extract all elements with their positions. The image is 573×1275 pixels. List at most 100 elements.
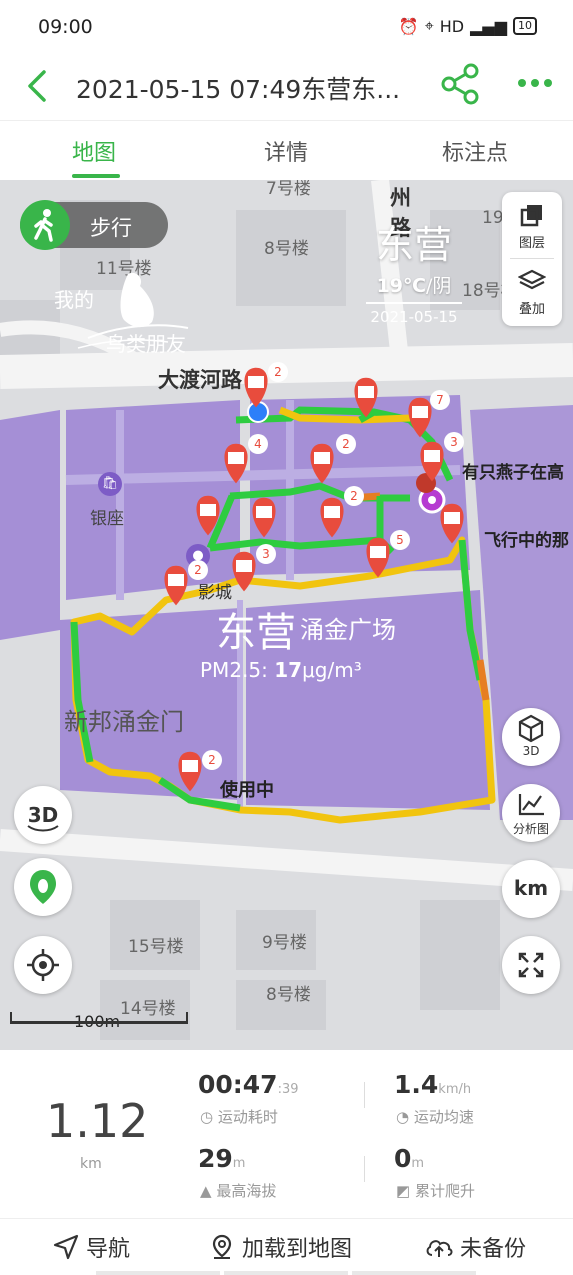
pin-count-badge: 3 [256,544,276,564]
battery-icon: 10 [513,17,537,35]
crosshair-icon [27,949,59,981]
network-label: HD [439,16,465,36]
pin-count-badge: 5 [390,530,410,550]
gesture-bar-segment [352,1271,476,1275]
tab-details[interactable]: 详情 [264,135,308,167]
activity-mode-pill[interactable]: 步行 [20,200,168,250]
timer-icon: ◷ [200,1108,218,1126]
3d-toggle-button[interactable]: 3D [14,786,72,844]
photo-pin [408,397,432,438]
max-altitude-value: 29m [198,1144,245,1173]
walking-icon [20,200,70,250]
bottom-action-bar: 导航 加载到地图 未备份 [0,1218,573,1275]
overlay-label: 叠加 [518,302,545,317]
status-icons: ⏰ ⌖ HD ▂▄▆ 10 [399,16,537,36]
photo-pin [320,497,344,538]
watermark-text-1: 我的 [54,288,94,312]
backup-label: 未备份 [460,1237,527,1262]
navigate-label: 导航 [86,1237,131,1262]
layers-button[interactable]: 图层 [502,202,562,251]
layer-panel: 图层 叠加 [502,192,562,326]
status-time: 09:00 [38,16,93,38]
fullscreen-button[interactable] [502,936,560,994]
photo-pin [252,497,276,538]
tab-map[interactable]: 地图 [72,135,116,167]
photo-pin [420,441,444,482]
poi-label-swallow[interactable]: 有只燕子在高 [462,458,564,483]
pin-count-badge: 2 [336,434,356,454]
climb-unit: m [411,1156,425,1171]
pin-count-badge: 2 [344,486,364,506]
photo-pin [354,377,378,418]
status-bar: 09:00 ⏰ ⌖ HD ▂▄▆ 10 [0,0,573,56]
climb-label: ◩ 累计爬升 [396,1180,475,1201]
max-altitude-main: 29 [198,1144,233,1173]
speedometer-icon: ◔ [396,1108,414,1126]
cube-icon [518,714,544,743]
title-bar: 2021-05-15 07:49东营东... [0,56,573,118]
pin-count-badge: 3 [444,432,464,452]
climb-icon: ◩ [396,1182,415,1200]
map-view[interactable]: 7号楼 8号楼 11号楼 19 18号楼 15号楼 9号楼 14号楼 8号楼 州… [0,180,573,1050]
pin-count-badge: 2 [268,362,288,382]
city-name: 东营 [375,223,452,267]
more-menu-icon[interactable] [516,68,554,98]
analysis-label: 分析图 [512,822,549,836]
gesture-bar-segment [96,1271,220,1275]
watermark-text-2: 鸟类朋友 [106,332,186,356]
navigate-button[interactable]: 导航 [52,1231,130,1263]
pin-count-badge: 4 [248,434,268,454]
backup-button[interactable]: 未备份 [424,1231,526,1263]
3d-view-label: 3D [522,744,540,758]
unit-toggle-button[interactable]: km [502,860,560,918]
layer-divider [510,258,554,259]
weather-widget: 东营 19℃/阴 2021-05-15 [366,214,462,326]
duration-value: 00:47:39 [198,1070,299,1099]
photo-pin [232,551,256,592]
poi-label-flying[interactable]: 飞行中的那 [484,526,569,551]
max-altitude-label-text: 最高海拔 [216,1182,277,1200]
gesture-bar-segment [224,1271,348,1275]
expand-icon [518,952,544,978]
footprint-icon [30,870,56,904]
mountain-icon: ▲ [200,1182,217,1200]
analysis-button[interactable]: 分析图 [502,784,560,842]
photo-pin [366,537,390,578]
duration-label-text: 运动耗时 [217,1108,278,1126]
load-to-map-button[interactable]: 加载到地图 [208,1231,352,1263]
tab-markers[interactable]: 标注点 [442,135,508,167]
stats-panel: 1.12 km 00:47:39 ◷ 运动耗时 1.4km/h ◔ 运动均速 2… [0,1050,573,1218]
in-use-label: 使用中 [220,780,274,801]
location-icon: ⌖ [424,16,434,35]
pin-count-badge: 7 [430,390,450,410]
duration-main: 00:47 [198,1070,278,1099]
load-to-map-label: 加载到地图 [242,1237,353,1262]
back-arrow-icon[interactable] [24,66,54,106]
svg-text:3D: 3D [28,803,59,827]
stat-divider [364,1082,365,1108]
weather-info: 19℃/阴 [366,271,462,298]
photo-pin [164,565,188,606]
3d-view-button[interactable]: 3D [502,708,560,766]
city-overlay-label: 东营 [216,610,296,656]
3d-icon: 3D [27,803,59,832]
weather-divider [366,302,462,304]
locate-button[interactable] [14,936,72,994]
tab-bar: 地图 详情 标注点 [0,120,573,180]
photo-pin [178,751,202,792]
signal-icon: ▂▄▆ [470,16,507,36]
duration-label: ◷ 运动耗时 [200,1106,278,1127]
stack-icon [517,269,547,290]
overlay-button[interactable]: 叠加 [502,268,562,317]
climb-value: 0m [394,1144,424,1173]
footprint-button[interactable] [14,858,72,916]
photo-pin [196,495,220,536]
max-altitude-label: ▲ 最高海拔 [200,1180,276,1201]
line-chart-icon [518,794,544,816]
unit-label: km [513,876,549,900]
photo-pin [310,443,334,484]
pin-count-badge: 2 [188,560,208,580]
climb-main: 0 [394,1144,412,1173]
weather-condition: /阴 [426,275,452,297]
share-icon[interactable] [440,62,482,106]
